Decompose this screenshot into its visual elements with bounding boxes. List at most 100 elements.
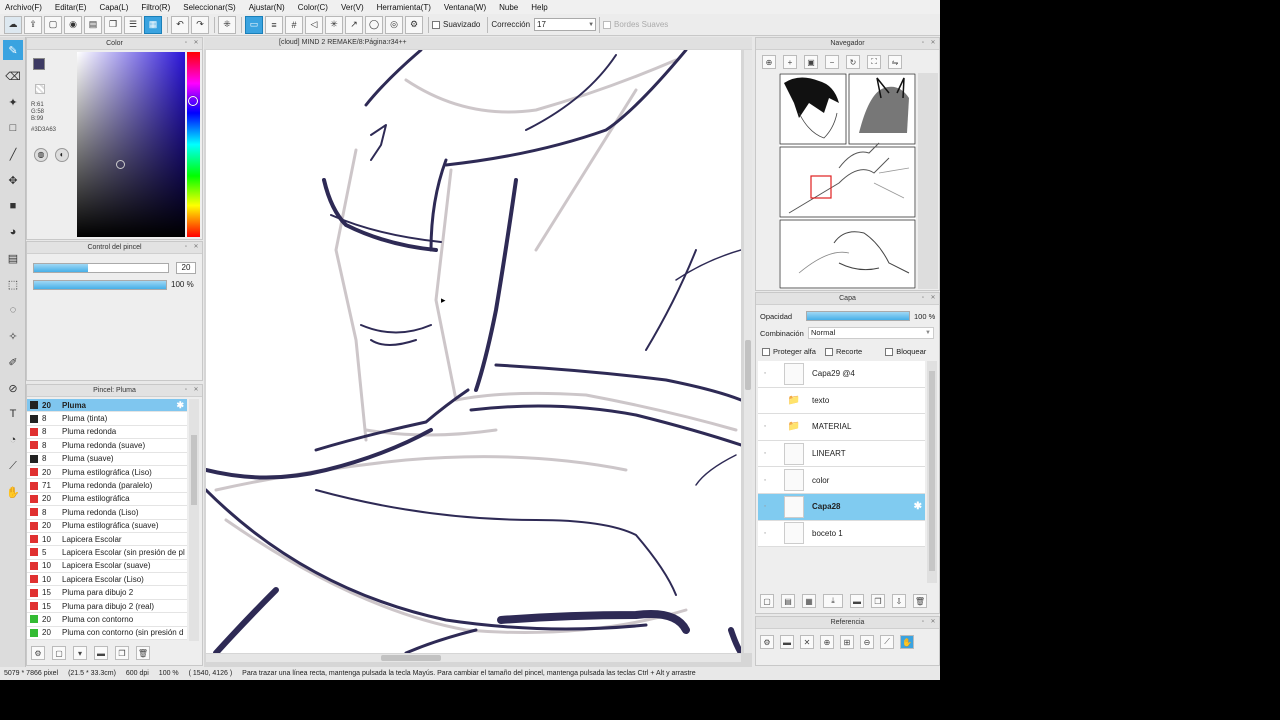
eye-icon[interactable]: ◦ bbox=[758, 450, 772, 457]
trash-icon[interactable]: 🗑 bbox=[136, 646, 150, 660]
brush-item[interactable]: 20 Pluma con contorno bbox=[27, 613, 187, 627]
layer-scroll-thumb[interactable] bbox=[929, 371, 935, 571]
color-picker-cursor[interactable] bbox=[116, 160, 125, 169]
rectangle-tool-icon[interactable]: □ bbox=[3, 118, 23, 138]
snap-radial-icon[interactable]: ✳ bbox=[325, 15, 343, 34]
duplicate-layer-icon[interactable]: ❐ bbox=[871, 594, 885, 608]
snap-settings-icon[interactable]: ⚙ bbox=[405, 15, 423, 34]
zoom-fit-icon[interactable]: ⊕ bbox=[762, 55, 776, 69]
select-eraser-icon[interactable]: ⊘ bbox=[3, 378, 23, 398]
brush-item[interactable]: 5 Lapicera Escolar (sin presión de pl bbox=[27, 546, 187, 560]
new-page-icon[interactable]: ▢ bbox=[44, 15, 62, 34]
canvas-vertical-scrollbar[interactable] bbox=[744, 50, 752, 653]
protect-alpha-checkbox[interactable] bbox=[762, 347, 770, 356]
close-icon[interactable]: ✕ bbox=[192, 386, 200, 394]
select-pen-icon[interactable]: ✐ bbox=[3, 352, 23, 372]
correction-input[interactable]: 17 ▼ bbox=[534, 18, 597, 31]
layer-opacity-slider[interactable] bbox=[806, 311, 910, 321]
reference-zoom-in-icon[interactable]: ⊕ bbox=[820, 635, 834, 649]
brush-item[interactable]: 15 Pluma para dibujo 2 bbox=[27, 586, 187, 600]
snap-circle-icon[interactable]: ◯ bbox=[365, 15, 383, 34]
menu-item[interactable]: Ver(V) bbox=[341, 3, 364, 12]
eraser-tool-icon[interactable]: ⌫ bbox=[3, 66, 23, 86]
layer-row[interactable]: ◦ color bbox=[758, 467, 925, 494]
reference-zoom-out-icon[interactable]: ⊖ bbox=[860, 635, 874, 649]
brush-item[interactable]: 8 Pluma redonda (Liso) bbox=[27, 506, 187, 520]
menu-item[interactable]: Herramienta(T) bbox=[377, 3, 431, 12]
brush-settings-icon[interactable]: ✱ bbox=[176, 400, 184, 411]
move-tool-icon[interactable]: ✥ bbox=[3, 170, 23, 190]
menu-item[interactable]: Help bbox=[531, 3, 547, 12]
navigator-scrollbar[interactable] bbox=[918, 73, 938, 289]
clipping-checkbox[interactable] bbox=[824, 347, 833, 356]
line-tool-icon[interactable]: ╱ bbox=[3, 144, 23, 164]
new-raster-layer-icon[interactable]: ▢ bbox=[760, 594, 774, 608]
eye-icon[interactable]: ◦ bbox=[758, 503, 772, 510]
panel-pin-icon[interactable]: ▫ bbox=[182, 39, 190, 47]
select-wand-icon[interactable]: ✧ bbox=[3, 326, 23, 346]
panel-pin-icon[interactable]: ▫ bbox=[919, 294, 927, 302]
brush-item[interactable]: 20 Pluma ✱ bbox=[27, 399, 187, 413]
hue-slider-thumb[interactable] bbox=[188, 95, 198, 106]
brush-size-slider[interactable] bbox=[33, 263, 169, 273]
transparent-color-swatch[interactable] bbox=[35, 84, 45, 94]
blend-mode-select[interactable]: Normal ▼ bbox=[808, 327, 934, 339]
snap-concentric-icon[interactable]: ◎ bbox=[385, 15, 403, 34]
lasso-select-icon[interactable]: ◌ bbox=[3, 300, 23, 320]
fill-rect-icon[interactable]: ■ bbox=[3, 196, 23, 216]
menu-item[interactable]: Ventana(W) bbox=[444, 3, 486, 12]
brush-opacity-slider[interactable] bbox=[33, 280, 167, 290]
list-icon[interactable]: ☰ bbox=[124, 15, 142, 34]
main-color-swatch[interactable] bbox=[33, 58, 45, 70]
rect-select-icon[interactable]: ⬚ bbox=[3, 274, 23, 294]
hue-slider[interactable] bbox=[187, 52, 200, 237]
brush-menu-icon[interactable]: ▾ bbox=[73, 646, 87, 660]
zoom-in-icon[interactable]: + bbox=[783, 55, 797, 69]
eye-icon[interactable]: ◦ bbox=[758, 477, 772, 484]
grid-view-icon[interactable]: ▦ bbox=[144, 15, 162, 34]
magic-wand-icon[interactable]: ✦ bbox=[3, 92, 23, 112]
lock-checkbox[interactable] bbox=[885, 347, 894, 356]
text-tool-icon[interactable]: T bbox=[3, 404, 23, 424]
reference-pick-icon[interactable]: ⟋ bbox=[880, 635, 894, 649]
brush-item[interactable]: 15 Pluma para dibujo 2 (real) bbox=[27, 599, 187, 614]
layer-row[interactable]: ◦ Capa28 ✱ bbox=[758, 493, 925, 521]
eye-icon[interactable]: ◦ bbox=[758, 530, 772, 537]
brush-list-scrollbar[interactable] bbox=[189, 399, 199, 641]
flip-icon[interactable]: ⇋ bbox=[888, 55, 902, 69]
hand-tool-icon[interactable]: ✋ bbox=[3, 482, 23, 502]
brush-item[interactable]: 20 Pluma estilográfica bbox=[27, 492, 187, 507]
menu-item[interactable]: Seleccionar(S) bbox=[183, 3, 235, 12]
new-brush-icon[interactable]: ▢ bbox=[52, 646, 66, 660]
layer-row[interactable]: ◦ 📁 MATERIAL bbox=[758, 414, 925, 441]
gradient-tool-icon[interactable]: ▤ bbox=[3, 248, 23, 268]
menu-item[interactable]: Editar(E) bbox=[55, 3, 87, 12]
navigator-preview[interactable] bbox=[779, 73, 916, 289]
layer-row[interactable]: ◦ Capa29 @4 bbox=[758, 361, 925, 388]
close-icon[interactable]: ✕ bbox=[929, 618, 937, 626]
new-layer-icon[interactable]: ▦ bbox=[802, 594, 816, 608]
layer-list-scrollbar[interactable] bbox=[927, 361, 937, 583]
close-icon[interactable]: ✕ bbox=[192, 39, 200, 47]
panel-pin-icon[interactable]: ▫ bbox=[919, 618, 927, 626]
menu-item[interactable]: Capa(L) bbox=[99, 3, 128, 12]
layer-row[interactable]: ◦ LINEART bbox=[758, 440, 925, 468]
panel-pin-icon[interactable]: ▫ bbox=[182, 386, 190, 394]
snap-off-icon[interactable]: ▭ bbox=[245, 15, 263, 34]
export-icon[interactable]: ⇪ bbox=[24, 15, 42, 34]
snap-parallel-icon[interactable]: ≡ bbox=[265, 15, 283, 34]
undo-icon[interactable]: ↶ bbox=[171, 15, 189, 34]
snap-none-icon[interactable]: ⁜ bbox=[218, 15, 236, 34]
brush-item[interactable]: 8 Pluma (suave) bbox=[27, 452, 187, 466]
brush-item[interactable]: 8 Pluma (tinta) bbox=[27, 412, 187, 426]
brush-item[interactable]: 10 Lapicera Escolar (suave) bbox=[27, 559, 187, 574]
brush-item[interactable]: 71 Pluma redonda (paralelo) bbox=[27, 479, 187, 493]
zoom-out-icon[interactable]: − bbox=[825, 55, 839, 69]
brush-item[interactable]: 8 Pluma redonda bbox=[27, 425, 187, 440]
smooth-edges-checkbox[interactable] bbox=[603, 20, 612, 29]
brush-item[interactable]: 20 Pluma con contorno (sin presión d bbox=[27, 626, 187, 641]
redo-icon[interactable]: ↷ bbox=[191, 15, 209, 34]
brush-item[interactable]: 10 Lapicera Escolar (Liso) bbox=[27, 573, 187, 587]
close-icon[interactable]: ✕ bbox=[929, 294, 937, 302]
color-settings-icon[interactable]: ◐ bbox=[55, 148, 69, 162]
